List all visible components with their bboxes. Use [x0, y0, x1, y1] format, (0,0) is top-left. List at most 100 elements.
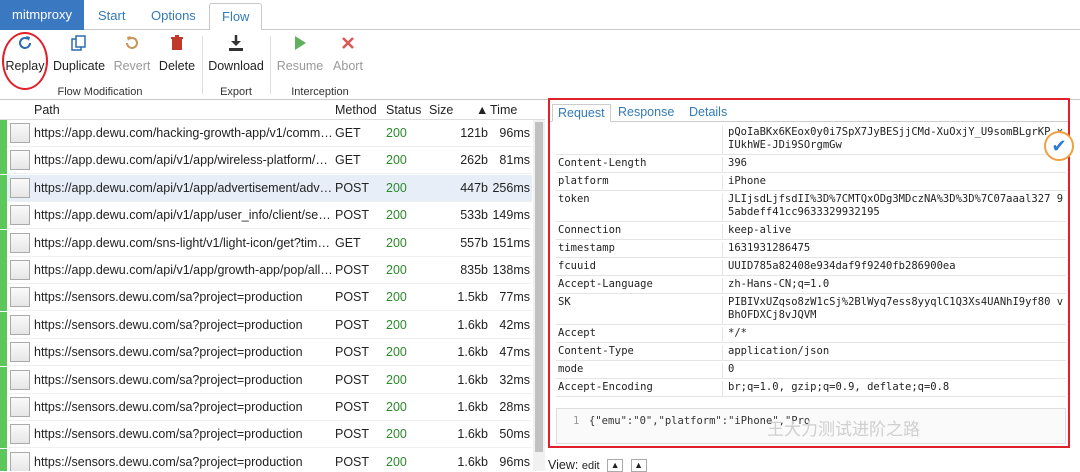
- flow-time: 42ms: [499, 317, 530, 332]
- flow-size: 1.6kb: [457, 372, 488, 387]
- table-row[interactable]: https://sensors.dewu.com/sa?project=prod…: [0, 394, 532, 421]
- brand-tab[interactable]: mitmproxy: [0, 0, 84, 30]
- tab-response[interactable]: Response: [613, 104, 679, 122]
- view-up-button[interactable]: ▲: [607, 459, 624, 472]
- header-value[interactable]: br;q=1.0, gzip;q=0.9, deflate;q=0.8: [728, 381, 1064, 394]
- flow-time: 96ms: [499, 126, 530, 140]
- document-icon: [10, 397, 30, 417]
- document-icon: [10, 451, 30, 471]
- header-value[interactable]: PIBIVxUZqso8zW1cSj%2BlWyq7ess8yyqlC1Q3Xs…: [728, 296, 1064, 322]
- header-row: mode 0: [556, 361, 1066, 379]
- top-tab-bar: mitmproxy Start Options Flow: [0, 0, 1080, 31]
- flow-path: https://app.dewu.com/api/v1/app/advertis…: [34, 180, 334, 195]
- column-header-size[interactable]: Size: [429, 103, 453, 117]
- header-value[interactable]: pQoIaBKx6KEox0y0i7SpX7JyBESjjCMd-XuOxjY_…: [728, 126, 1064, 152]
- header-key[interactable]: Content-Type: [558, 345, 723, 360]
- tab-options[interactable]: Options: [139, 3, 208, 30]
- header-key[interactable]: Accept-Language: [558, 278, 723, 293]
- delete-button[interactable]: Delete: [156, 34, 198, 80]
- header-value[interactable]: zh-Hans-CN;q=1.0: [728, 278, 1064, 291]
- status-indicator: [0, 311, 7, 339]
- header-key[interactable]: Accept: [558, 327, 723, 342]
- watermark-text: 王大力测试进阶之路: [767, 420, 920, 440]
- toolbar-separator: [270, 36, 271, 94]
- download-button[interactable]: Download: [208, 34, 264, 80]
- header-value[interactable]: */*: [728, 327, 1064, 340]
- header-value[interactable]: iPhone: [728, 175, 1064, 188]
- flow-status: 200: [386, 345, 407, 360]
- tab-start[interactable]: Start: [86, 3, 137, 30]
- duplicate-button[interactable]: Duplicate: [52, 34, 106, 80]
- scrollbar-thumb[interactable]: [535, 122, 543, 452]
- header-row: token JLIjsdLjfsdII%3D%7CMTQxODg3MDczNA%3…: [556, 191, 1066, 222]
- flow-path: https://app.dewu.com/api/v1/app/user_inf…: [34, 208, 334, 223]
- flow-status: 200: [386, 454, 407, 469]
- checkmark-icon[interactable]: ✔: [1044, 131, 1074, 161]
- flow-time: 28ms: [499, 400, 530, 414]
- flow-time: 151ms: [492, 235, 530, 250]
- header-value[interactable]: 396: [728, 157, 1064, 170]
- header-row: Content-Type application/json: [556, 343, 1066, 361]
- header-value[interactable]: 0: [728, 363, 1064, 376]
- header-value[interactable]: 1631931286475: [728, 242, 1064, 255]
- header-value[interactable]: UUID785a82408e934daf9f9240fb286900ea: [728, 260, 1064, 273]
- header-key[interactable]: token: [558, 193, 723, 221]
- header-row: Accept-Language zh-Hans-CN;q=1.0: [556, 276, 1066, 294]
- header-key[interactable]: fcuuid: [558, 260, 723, 275]
- table-row[interactable]: https://sensors.dewu.com/sa?project=prod…: [0, 311, 532, 339]
- download-icon: [208, 34, 264, 58]
- replay-button[interactable]: Replay: [4, 34, 46, 80]
- table-row[interactable]: https://sensors.dewu.com/sa?project=prod…: [0, 421, 532, 449]
- table-row[interactable]: https://app.dewu.com/api/v1/app/user_inf…: [0, 202, 532, 230]
- group-label-flow-modification: Flow Modification: [57, 86, 143, 98]
- request-body-editor[interactable]: 1 {"emu":"0","platform":"iPhone","Pro 王大…: [556, 408, 1066, 444]
- flow-status: 200: [386, 180, 407, 195]
- header-key[interactable]: mode: [558, 363, 723, 378]
- table-row[interactable]: https://app.dewu.com/sns-light/v1/light-…: [0, 229, 532, 257]
- play-icon: [276, 34, 324, 58]
- table-row[interactable]: https://app.dewu.com/api/v1/app/wireless…: [0, 147, 532, 175]
- detail-tabs: Request Response Details: [550, 100, 1068, 122]
- view-mode[interactable]: edit: [582, 460, 600, 472]
- table-row[interactable]: https://sensors.dewu.com/sa?project=prod…: [0, 448, 532, 471]
- flow-status: 200: [386, 208, 407, 223]
- flow-status: 200: [386, 153, 407, 168]
- view-down-button[interactable]: ▲: [630, 459, 647, 472]
- resume-button[interactable]: Resume: [276, 34, 324, 80]
- flow-time: 47ms: [499, 345, 530, 360]
- flow-path: https://sensors.dewu.com/sa?project=prod…: [34, 400, 303, 414]
- table-row[interactable]: https://app.dewu.com/hacking-growth-app/…: [0, 120, 532, 147]
- header-key[interactable]: Content-Length: [558, 157, 723, 172]
- header-key[interactable]: Accept-Encoding: [558, 381, 723, 396]
- tab-flow[interactable]: Flow: [209, 3, 263, 31]
- flow-size: 1.6kb: [457, 345, 488, 360]
- revert-button[interactable]: Revert: [112, 34, 152, 80]
- vertical-scrollbar[interactable]: [533, 120, 545, 471]
- header-key[interactable]: platform: [558, 175, 723, 190]
- header-value[interactable]: application/json: [728, 345, 1064, 358]
- column-header-status[interactable]: Status: [386, 103, 421, 117]
- header-key[interactable]: Connection: [558, 224, 723, 239]
- table-row[interactable]: https://app.dewu.com/api/v1/app/growth-a…: [0, 257, 532, 284]
- duplicate-icon: [52, 34, 106, 58]
- flow-method: POST: [335, 372, 370, 387]
- status-indicator: [0, 394, 7, 421]
- flow-size: 557b: [460, 235, 488, 250]
- header-key[interactable]: timestamp: [558, 242, 723, 257]
- header-key[interactable]: [558, 126, 723, 154]
- flow-method: GET: [335, 153, 361, 168]
- table-row[interactable]: https://sensors.dewu.com/sa?project=prod…: [0, 366, 532, 394]
- column-header-time[interactable]: Time: [490, 103, 517, 117]
- column-header-method[interactable]: Method: [335, 103, 377, 117]
- table-row[interactable]: https://sensors.dewu.com/sa?project=prod…: [0, 284, 532, 312]
- abort-button[interactable]: Abort: [330, 34, 366, 80]
- header-value[interactable]: JLIjsdLjfsdII%3D%7CMTQxODg3MDczNA%3D%3D%…: [728, 193, 1064, 219]
- column-header-path[interactable]: Path: [34, 103, 60, 117]
- flow-time: 96ms: [499, 454, 530, 469]
- header-key[interactable]: SK: [558, 296, 723, 324]
- tab-details[interactable]: Details: [684, 104, 732, 122]
- table-row[interactable]: https://sensors.dewu.com/sa?project=prod…: [0, 339, 532, 367]
- table-row[interactable]: https://app.dewu.com/api/v1/app/advertis…: [0, 174, 532, 202]
- tab-request[interactable]: Request: [552, 104, 611, 122]
- header-value[interactable]: keep-alive: [728, 224, 1064, 237]
